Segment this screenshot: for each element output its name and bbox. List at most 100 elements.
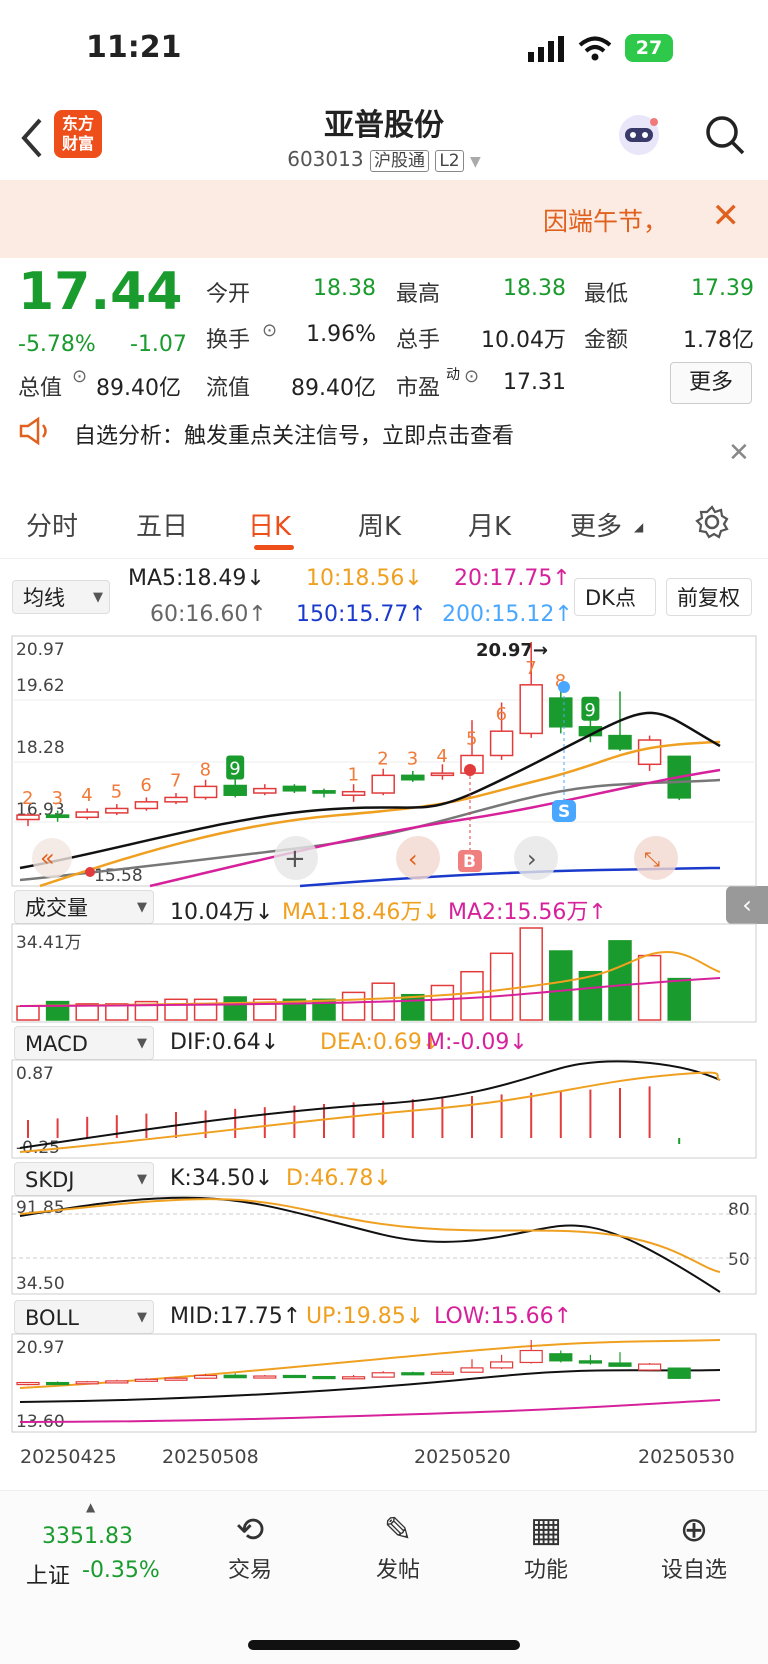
candle-body <box>223 784 247 796</box>
volume-bar <box>608 940 632 1021</box>
function-label: 功能 <box>523 1558 568 1583</box>
td-count-label: 7 <box>525 658 536 679</box>
index-value[interactable]: 3351.83 <box>42 1524 133 1549</box>
crosshair-icon: + <box>284 844 306 874</box>
boll-candle-body <box>75 1381 99 1385</box>
add-watchlist-button[interactable]: ⊕ 设自选 <box>644 1510 744 1584</box>
volume-bar <box>16 1005 40 1021</box>
boll-candle-body <box>223 1374 247 1379</box>
grid-apps-icon: ▦ <box>529 1510 563 1550</box>
volume-bar <box>489 952 514 1021</box>
skdj-frame <box>11 1195 757 1295</box>
yen-exchange-icon: ⟲ <box>235 1510 265 1550</box>
volume-bar <box>460 970 484 1021</box>
boll-candle-body <box>105 1380 129 1384</box>
next-icon: › <box>527 845 537 873</box>
candle-body <box>312 790 336 794</box>
volume-bar <box>401 993 425 1021</box>
candle-body <box>75 811 99 819</box>
index-name[interactable]: 上证 <box>26 1558 70 1590</box>
volume-bar <box>164 998 188 1021</box>
td-count-label: 4 <box>81 785 92 806</box>
candle-body <box>253 787 277 794</box>
boll-candle-body <box>45 1381 70 1386</box>
td-count-label: 6 <box>496 704 507 725</box>
ma60-line <box>19 778 721 882</box>
td-count-label: 5 <box>111 781 122 802</box>
candle-body <box>341 790 366 796</box>
candle-body <box>193 785 218 799</box>
home-indicator <box>248 1640 520 1650</box>
td-count-label: 3 <box>52 788 63 809</box>
td-count-label: 9 <box>584 700 595 721</box>
skdj-k-line <box>19 1196 721 1293</box>
expand-icon: ⤡ <box>644 847 660 871</box>
td-count-label: 2 <box>377 748 388 769</box>
stock-charts[interactable]: 2 3 4 5 6 78 9 12 3 456789 « + ‹ › ⤡ B S <box>0 0 768 1663</box>
candle-body <box>282 785 307 792</box>
volume-bar <box>223 996 247 1021</box>
volume-bar <box>637 954 662 1021</box>
double-left-arrow-icon: « <box>40 844 55 872</box>
up-caret-icon: ▲ <box>86 1500 96 1514</box>
td-count-label: 2 <box>22 788 33 809</box>
boll-candle-body <box>371 1372 395 1378</box>
candle-body <box>401 774 425 781</box>
more-dots-icon: ⊕ <box>679 1510 709 1550</box>
volume-bar <box>430 984 455 1021</box>
boll-candle-body <box>519 1349 543 1364</box>
boll-candle-body <box>578 1360 603 1364</box>
boll-mid-line <box>19 1369 721 1403</box>
td-count-label: 1 <box>348 765 359 786</box>
boll-candle-body <box>342 1376 366 1380</box>
post-label: 发帖 <box>375 1558 420 1583</box>
boll-candle-body <box>608 1362 632 1367</box>
candle-body <box>549 697 573 728</box>
candle-body <box>519 684 543 735</box>
candle-body <box>134 801 159 810</box>
candle-body <box>45 814 70 819</box>
volume-bar <box>519 927 543 1021</box>
td-count-label: 3 <box>407 748 418 769</box>
boll-candle-body <box>637 1363 662 1371</box>
boll-candle-body <box>312 1375 336 1380</box>
td-count-label: 6 <box>140 775 151 796</box>
boll-candle-body <box>164 1377 188 1381</box>
volume-bar <box>341 991 366 1021</box>
td-count-label: 7 <box>170 770 181 791</box>
index-change[interactable]: -0.35% <box>82 1558 160 1583</box>
skdj-d-line <box>19 1198 721 1273</box>
macd-dea-line <box>19 1071 721 1153</box>
td-count-label: 5 <box>466 728 477 749</box>
candle-body <box>430 772 455 777</box>
volume-bar <box>667 977 691 1021</box>
boll-candle-body <box>430 1371 454 1375</box>
volume-bar <box>549 950 573 1021</box>
low-price-dot <box>85 867 95 877</box>
td-count-label: 8 <box>200 759 211 780</box>
boll-candles-layer <box>16 1340 691 1386</box>
boll-candle-body <box>194 1374 218 1379</box>
trade-button[interactable]: ⟲ 交易 <box>200 1510 300 1584</box>
boll-candle-body <box>667 1367 691 1379</box>
boll-candle-body <box>253 1375 277 1379</box>
function-button[interactable]: ▦ 功能 <box>496 1510 596 1584</box>
boll-candle-body <box>16 1381 40 1386</box>
volume-bar <box>45 1000 70 1021</box>
candle-body <box>105 807 129 814</box>
boll-candle-body <box>549 1353 573 1362</box>
candle-body <box>16 814 40 821</box>
boll-candle-body <box>282 1374 306 1379</box>
candle-body <box>637 739 662 766</box>
macd-histogram <box>27 1086 681 1144</box>
sell-label: S <box>558 802 570 822</box>
boll-candle-body <box>401 1372 425 1376</box>
candle-body <box>164 796 188 803</box>
macd-dif-line <box>19 1060 721 1149</box>
boll-candle-body <box>490 1361 514 1369</box>
candle-body <box>371 774 395 794</box>
candle-body <box>489 730 514 757</box>
watchlist-label: 设自选 <box>660 1558 727 1583</box>
prev-signal-button <box>396 836 440 880</box>
post-button[interactable]: ✎ 发帖 <box>348 1510 448 1584</box>
